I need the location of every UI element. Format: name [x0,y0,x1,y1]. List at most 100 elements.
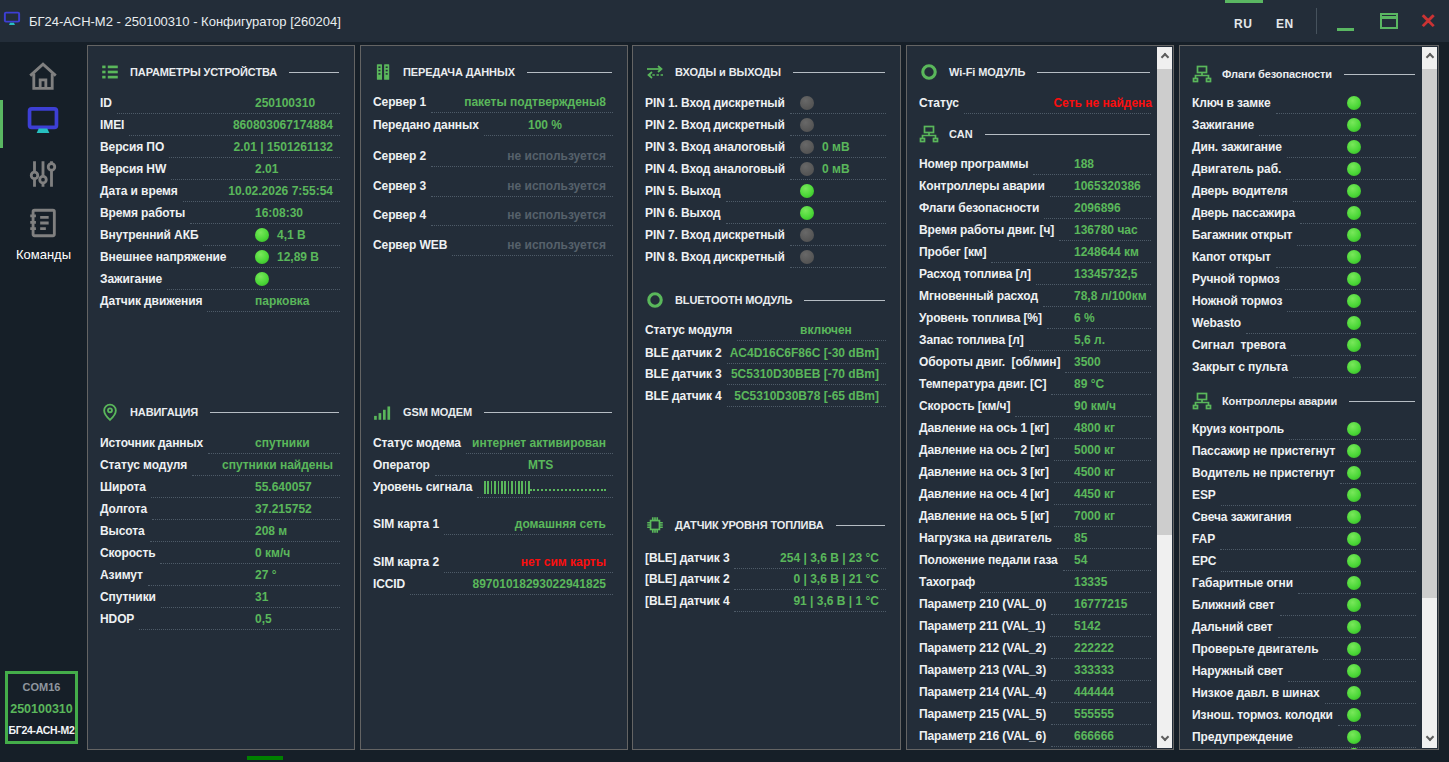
can-row: Давление на ось 2 [кг] 5000 кг [919,439,1172,461]
status-led: 4,1 В [255,224,306,246]
fuel-section-icon [645,515,665,535]
led-gray-icon [800,228,814,242]
row-label: Датчик движения [100,294,207,308]
can-row: Мгновенный расход78,8 л/100км [919,285,1172,307]
com-port: COM16 [8,681,75,693]
status-led [1347,136,1361,158]
row-label: Спутники [100,590,161,604]
row-label: Дверь водителя [1192,184,1293,198]
flags-row: Дин. зажигание [1192,136,1437,158]
sidebar-item-monitoring[interactable] [26,104,60,138]
status-led [1347,180,1361,202]
status-led [1347,506,1361,528]
row-label: Внешнее напряжение [100,250,231,264]
row-value: 0 км/ч [255,546,290,560]
close-button[interactable]: ✕ [1416,9,1440,33]
status-led [1347,616,1361,638]
row-label: Ключ в замке [1192,96,1276,110]
status-led [1347,594,1361,616]
journal-icon [26,206,60,240]
flags-row: Багажник открыт [1192,224,1437,246]
lang-ru-button[interactable]: RU [1234,17,1252,31]
row-label: PIN 5. Выход [645,184,726,198]
row-value: 666666 [1074,729,1114,743]
row-value: 5000 кг [1074,443,1115,457]
can-row: Давление на ось 3 [кг]4500 кг [919,461,1172,483]
status-led [1347,312,1361,334]
row-label: Проверьте двигатель [1192,642,1323,656]
bluetooth-row: Статус модулявключен [645,319,899,341]
row-value: 2.01 | 1501261132 [234,140,333,154]
transfer-row: Сервер 3не используется [373,175,626,197]
led-green-icon [1347,184,1361,198]
led-green-icon [255,272,269,286]
led-green-icon [1347,316,1361,330]
fuel-row: [BLE] датчик 20 | 3,6 В | 21 °C [645,568,899,590]
active-nav-indicator [0,100,3,148]
row-label: Дин. зажигание [1192,140,1287,154]
flags-row: Зажигание [1192,114,1437,136]
row-label: Передано данных [373,118,484,132]
row-value: 555555 [1074,707,1114,721]
nav-row: Скорость0 км/ч [100,542,353,564]
can-row: Давление на ось 4 [кг]4450 кг [919,483,1172,505]
row-label: Время работы двиг. [ч] [919,223,1059,237]
row-value: 444444 [1074,685,1114,699]
row-value: 100 % [528,118,562,132]
row-label: Наружный свет [1192,664,1288,678]
gsm-section-icon [373,402,393,422]
led-green-icon [255,250,269,264]
sidebar-item-journal[interactable] [26,206,60,240]
status-led [1347,550,1361,572]
sidebar-item-settings[interactable] [26,157,60,191]
led-green-icon [1347,708,1361,722]
gsm-row: Статус модемаинтернет активирован [373,432,626,454]
row-separator [148,564,340,586]
section-header-fuel: ДАТЧИК УРОВНЯ ТОПЛИВА [645,513,898,537]
flags-row: Сигнал тревога [1192,334,1437,356]
flags-row: Ножной тормоз [1192,290,1437,312]
row-separator [161,586,340,608]
section-header-transfer: ПЕРЕДАЧА ДАННЫХ [373,60,625,84]
row-label: Давление на ось 2 [кг] [919,443,1054,457]
row-value: 250100310 [255,96,315,110]
sidebar-item-home[interactable] [26,60,60,94]
row-value: 5142 [1074,619,1101,633]
led-gray-icon [800,250,814,264]
row-label: Пробег [км] [919,245,991,259]
row-label: [BLE] датчик 2 [645,572,734,586]
can-row: Параметр 215 (VAL_5)555555 [919,703,1172,725]
row-label: Азимут [100,568,148,582]
status-led [1347,660,1361,682]
row-label: Обороты двиг. [об/мин] [919,355,1065,369]
can-row: Параметр 216 (VAL_6)666666 [919,725,1172,747]
row-label: Водитель не пристегнут [1192,466,1340,480]
sidebar-item-commands[interactable]: Команды [0,247,87,262]
row-label: Версия ПО [100,140,169,154]
status-led [800,202,814,224]
row-label: SIM карта 2 [373,555,444,569]
row-value: 188 [1074,157,1094,171]
led-green-icon [1347,96,1361,110]
row-label: Параметр 211 (VAL_1) [919,619,1050,633]
maximize-button[interactable] [1380,13,1398,29]
can-row: Давление на ось 5 [кг]7000 кг [919,505,1172,527]
nav-row: Долгота37.215752 [100,498,353,520]
row-label: Двигатель раб. [1192,162,1286,176]
row-label: Параметр 210 (VAL_0) [919,597,1051,611]
row-value: 13335 [1074,575,1107,589]
row-value: 12,89 В [277,250,319,264]
minimize-button[interactable] [1337,28,1354,31]
lang-en-button[interactable]: EN [1276,17,1294,31]
can-row: Параметр 210 (VAL_0)16777215 [919,593,1172,615]
signal-dots [530,483,606,491]
row-value: 5C5310D30B78 [-65 dBm] [734,389,879,403]
row-label: Давление на ось 3 [кг] [919,465,1054,479]
led-green-icon [1347,206,1361,220]
status-led [1347,638,1361,660]
alarms-row: ESP [1192,484,1437,506]
device-row: ID250100310 [100,92,353,114]
row-separator [435,454,613,476]
row-separator [1047,307,1151,329]
row-value: не используется [507,179,606,193]
